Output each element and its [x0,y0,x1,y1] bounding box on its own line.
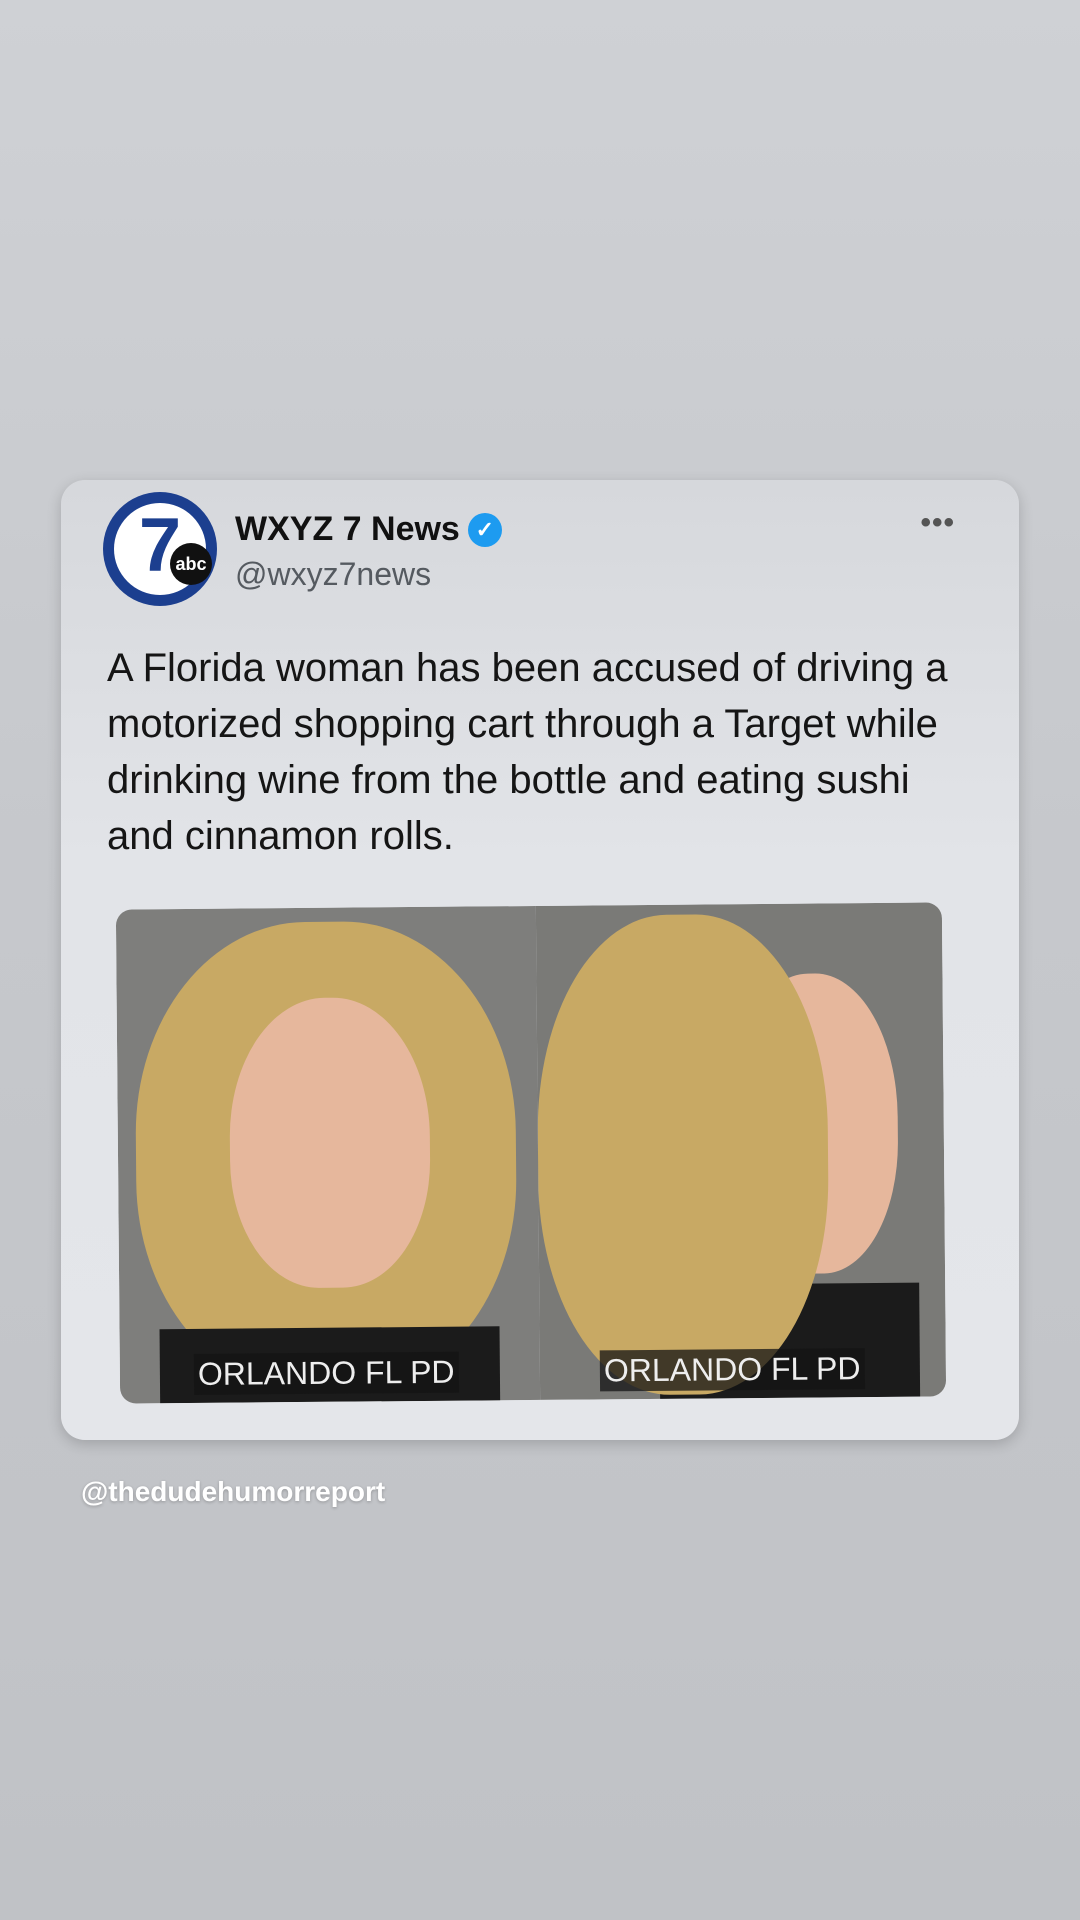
verified-badge-icon: ✓ [467,512,502,547]
tweet-media[interactable]: ORLANDO FL PD ORLANDO FL PD [115,902,947,1404]
account-name-text: WXYZ 7 News [235,510,460,548]
mugshot-profile-caption: ORLANDO FL PD [599,1348,865,1392]
tweet-text: A Florida woman has been accused of driv… [107,646,948,858]
account-handle[interactable]: @wxyz7news [235,556,431,593]
mugshot-profile-image: ORLANDO FL PD [535,902,947,1400]
tweet-card[interactable]: 7 abc WXYZ 7 News ✓ @wxyz7news ••• A Flo… [61,480,1019,1440]
watermark-handle: @thedudehumorreport [81,1476,386,1507]
avatar-logo: 7 abc [114,503,212,595]
mugshot-front-caption: ORLANDO FL PD [193,1351,459,1395]
account-name[interactable]: WXYZ 7 News ✓ [235,510,502,549]
avatar-logo-abc: abc [170,543,212,585]
account-avatar[interactable]: 7 abc [103,492,217,606]
mugshot-front-image: ORLANDO FL PD [115,905,541,1404]
more-options-icon[interactable]: ••• [920,506,955,540]
